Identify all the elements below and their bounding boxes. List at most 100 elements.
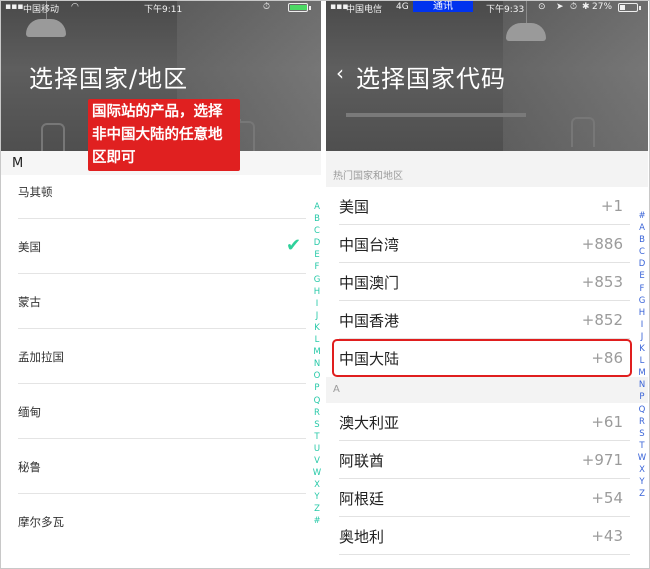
country-row[interactable]: 马其顿 xyxy=(18,164,306,219)
header-photo: ▪▪▪ 中国电信 4G 下午9:33 ⊙ ➤ ⏱ ✱ 27% 通讯 ‹ 选择国家… xyxy=(326,1,648,151)
battery-fill xyxy=(290,5,307,10)
index-letter[interactable]: E xyxy=(636,270,648,282)
index-letter[interactable]: W xyxy=(636,452,648,464)
country-label: 孟加拉国 xyxy=(18,350,64,364)
index-letter[interactable]: C xyxy=(311,225,321,237)
country-row[interactable]: 蒙古 xyxy=(18,274,306,329)
index-letter[interactable]: V xyxy=(311,455,321,467)
dial-code: +43 xyxy=(591,527,623,545)
index-letter[interactable]: I xyxy=(636,319,648,331)
index-letter[interactable]: M xyxy=(636,367,648,379)
dial-code: +1 xyxy=(600,197,623,215)
index-letter[interactable]: R xyxy=(311,407,321,419)
index-letter[interactable]: D xyxy=(636,258,648,270)
index-letter[interactable]: X xyxy=(636,464,648,476)
index-letter[interactable]: O xyxy=(311,370,321,382)
index-letter[interactable]: G xyxy=(311,274,321,286)
alphabet-index[interactable]: # A B C D E F G H I J K L M N P Q R S T W X Y Z xyxy=(636,210,648,500)
index-letter[interactable]: B xyxy=(311,213,321,225)
country-code-row[interactable]: 中国台湾 +886 xyxy=(326,225,638,263)
index-letter[interactable]: G xyxy=(636,295,648,307)
index-letter[interactable]: A xyxy=(311,201,321,213)
checkmark-icon: ✔ xyxy=(286,235,302,256)
country-row[interactable]: 秘鲁 xyxy=(18,439,306,494)
country-row[interactable]: 摩尔多瓦 xyxy=(18,494,306,549)
index-letter[interactable]: Z xyxy=(636,488,648,500)
section-header-a: A xyxy=(326,377,648,403)
index-letter[interactable]: F xyxy=(636,283,648,295)
index-letter[interactable]: R xyxy=(636,416,648,428)
alarm-icon: ⏱ xyxy=(570,2,578,12)
index-letter[interactable]: U xyxy=(311,443,321,455)
country-code-row[interactable]: 奥地利 +43 xyxy=(326,517,638,555)
index-letter[interactable]: K xyxy=(311,322,321,334)
index-letter[interactable]: L xyxy=(311,334,321,346)
country-code-row[interactable]: 中国澳门 +853 xyxy=(326,263,638,301)
notice-bar[interactable]: 通讯 xyxy=(413,1,473,12)
index-letter[interactable]: # xyxy=(311,515,321,527)
right-phone-screen: ▪▪▪ 中国电信 4G 下午9:33 ⊙ ➤ ⏱ ✱ 27% 通讯 ‹ 选择国家… xyxy=(326,1,648,568)
alphabet-index[interactable]: A B C D E F G H I J K L M N O P Q R S T U V W X Y Z # xyxy=(311,201,321,528)
section-title: 热门国家和地区 xyxy=(333,171,403,182)
battery-tip xyxy=(639,6,641,10)
index-letter[interactable]: B xyxy=(636,234,648,246)
country-code-row[interactable]: 中国香港 +852 xyxy=(326,301,638,339)
index-letter[interactable]: H xyxy=(311,286,321,298)
index-letter[interactable]: I xyxy=(311,298,321,310)
carrier-label: 中国移动 xyxy=(23,5,60,15)
country-name: 中国台湾 xyxy=(339,236,400,254)
index-letter[interactable]: N xyxy=(311,358,321,370)
index-letter[interactable]: X xyxy=(311,479,321,491)
section-header-hot: 热门国家和地区 xyxy=(326,151,648,187)
wifi-icon: ◠ xyxy=(71,2,79,12)
index-letter[interactable]: W xyxy=(311,467,321,479)
status-time: 下午9:33 xyxy=(486,5,525,15)
index-letter[interactable]: A xyxy=(636,222,648,234)
country-label: 蒙古 xyxy=(18,295,41,309)
network-label: 4G xyxy=(396,2,409,12)
dial-code: +853 xyxy=(581,273,623,291)
index-letter[interactable]: L xyxy=(636,355,648,367)
dial-code: +886 xyxy=(581,235,623,253)
status-bar: ▪▪▪ 中国移动 ◠ 下午9:11 ⏱ xyxy=(1,1,321,15)
index-letter[interactable]: Y xyxy=(636,476,648,488)
country-code-row[interactable]: 美国 +1 xyxy=(326,187,638,225)
index-letter[interactable]: J xyxy=(636,331,648,343)
country-row[interactable]: 美国 ✔ xyxy=(18,219,306,274)
country-code-row[interactable]: 阿根廷 +54 xyxy=(326,479,638,517)
highlight-box xyxy=(332,339,632,377)
country-row[interactable]: 孟加拉国 xyxy=(18,329,306,384)
back-arrow-icon[interactable]: ‹ xyxy=(336,61,344,85)
signal-icon: ▪▪▪ xyxy=(5,2,24,12)
index-letter[interactable]: N xyxy=(636,379,648,391)
index-letter[interactable]: Q xyxy=(311,395,321,407)
battery-percent: 27% xyxy=(592,2,613,12)
battery-fill xyxy=(620,5,625,10)
country-row[interactable]: 缅甸 xyxy=(18,384,306,439)
index-letter[interactable]: E xyxy=(311,249,321,261)
country-name: 美国 xyxy=(339,198,370,216)
country-name: 中国澳门 xyxy=(339,274,400,292)
index-letter[interactable]: J xyxy=(311,310,321,322)
index-letter[interactable]: T xyxy=(636,440,648,452)
index-letter[interactable]: M xyxy=(311,346,321,358)
index-letter[interactable]: P xyxy=(311,382,321,394)
index-letter[interactable]: T xyxy=(311,431,321,443)
annotation-callout: 国际站的产品，选择非中国大陆的任意地区即可 xyxy=(88,99,240,171)
index-letter[interactable]: S xyxy=(636,428,648,440)
index-letter[interactable]: D xyxy=(311,237,321,249)
index-letter[interactable]: Z xyxy=(311,503,321,515)
country-code-row[interactable]: 阿联酋 +971 xyxy=(326,441,638,479)
battery-icon xyxy=(288,3,308,12)
index-letter[interactable]: P xyxy=(636,391,648,403)
index-letter[interactable]: Y xyxy=(311,491,321,503)
index-letter[interactable]: # xyxy=(636,210,648,222)
country-code-row[interactable]: 澳大利亚 +61 xyxy=(326,403,638,441)
index-letter[interactable]: F xyxy=(311,261,321,273)
index-letter[interactable]: H xyxy=(636,307,648,319)
country-label: 摩尔多瓦 xyxy=(18,515,64,529)
index-letter[interactable]: C xyxy=(636,246,648,258)
index-letter[interactable]: Q xyxy=(636,404,648,416)
index-letter[interactable]: S xyxy=(311,419,321,431)
index-letter[interactable]: K xyxy=(636,343,648,355)
